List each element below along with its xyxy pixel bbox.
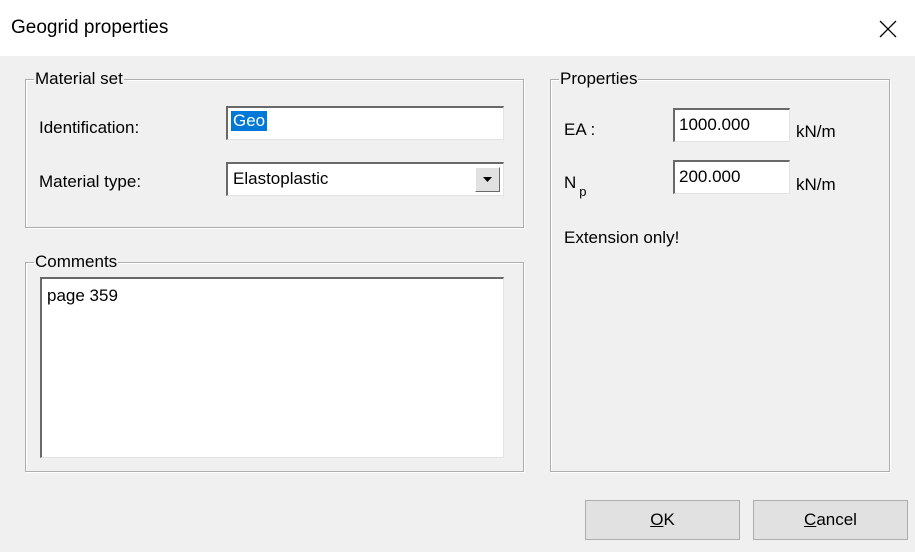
material-type-label: Material type: — [39, 172, 142, 191]
comments-text: page 359 — [47, 286, 118, 305]
cancel-button-label: Cancel — [804, 510, 857, 529]
np-label-sub: p — [579, 184, 587, 199]
material-type-select[interactable]: Elastoplastic — [226, 162, 504, 196]
material-set-group: Material set Identification: Geo Materia… — [25, 69, 524, 228]
close-icon[interactable] — [871, 12, 905, 46]
title-bar: Geogrid properties — [0, 0, 915, 56]
material-set-legend: Material set — [34, 69, 124, 89]
chevron-down-icon[interactable] — [475, 167, 500, 192]
material-type-value: Elastoplastic — [233, 169, 329, 188]
window-title: Geogrid properties — [11, 17, 169, 38]
comments-textarea[interactable]: page 359 — [40, 277, 504, 458]
ok-button-label: OK — [650, 510, 675, 529]
ea-input[interactable]: 1000.000 — [673, 108, 790, 142]
np-input[interactable]: 200.000 — [673, 160, 790, 194]
extension-only-note: Extension only! — [564, 228, 680, 247]
np-label-main: N — [564, 173, 577, 192]
np-unit: kN/m — [796, 175, 836, 194]
identification-input[interactable]: Geo — [226, 106, 504, 140]
ea-label: EA : — [564, 120, 596, 139]
np-label: Np — [564, 173, 587, 199]
cancel-button[interactable]: Cancel — [753, 500, 908, 540]
ok-button[interactable]: OK — [585, 500, 740, 540]
ea-value: 1000.000 — [679, 115, 750, 134]
comments-group: Comments page 359 — [25, 252, 524, 472]
ea-unit: kN/m — [796, 122, 836, 141]
identification-label: Identification: — [39, 118, 140, 137]
comments-legend: Comments — [34, 252, 119, 272]
np-value: 200.000 — [679, 167, 741, 186]
properties-legend: Properties — [559, 69, 639, 89]
properties-group: Properties EA : 1000.000 kN/m Np 200.000… — [550, 69, 890, 472]
identification-value: Geo — [231, 111, 268, 131]
